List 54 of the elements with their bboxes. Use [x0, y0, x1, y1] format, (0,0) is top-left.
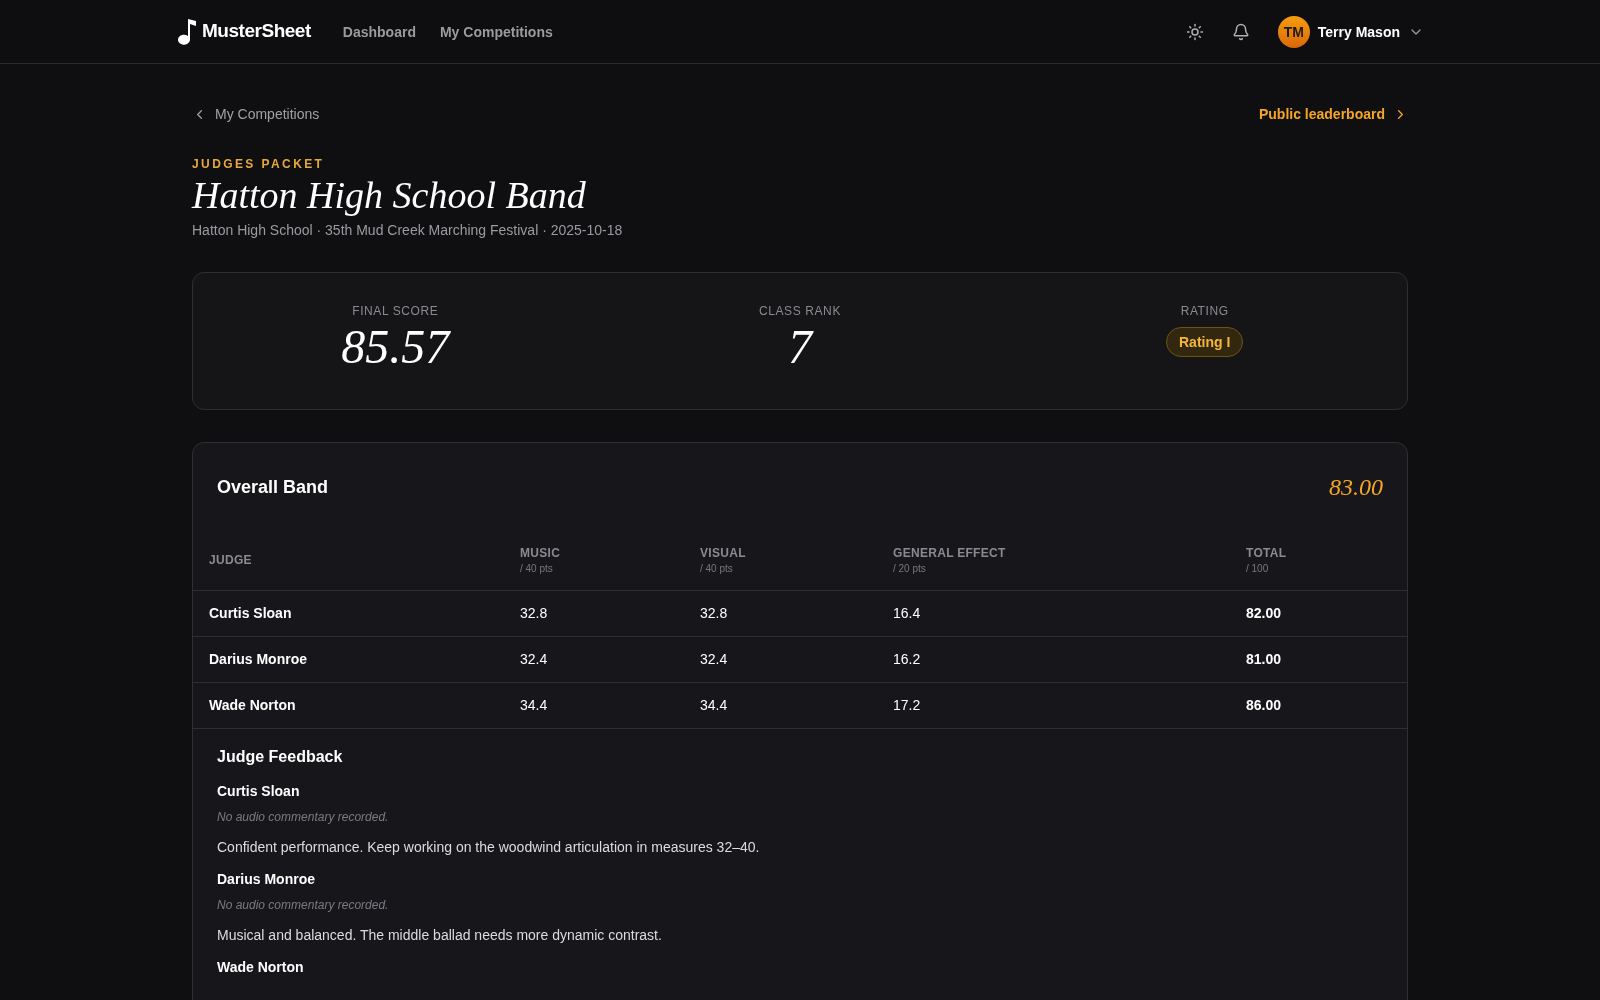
column-header: JUDGE [209, 552, 253, 568]
theme-toggle-icon[interactable] [1185, 22, 1204, 41]
music-note-icon [176, 16, 198, 47]
notification-icon[interactable] [1231, 22, 1250, 41]
judge-name: Darius Monroe [217, 869, 316, 889]
column-subheader: / 20 pts [893, 561, 927, 576]
avatar: TM [1277, 15, 1310, 48]
table-cell: 32.8 [700, 605, 728, 621]
column-header: MUSIC [520, 544, 562, 561]
summary-label: RATING [1180, 302, 1229, 319]
column-subheader: / 100 [1246, 561, 1270, 576]
table-cell: 17.2 [893, 697, 921, 713]
audio-note: No audio commentary recorded. [217, 808, 390, 825]
column-subheader: / 40 pts [700, 561, 734, 576]
subtitle: Hatton High School · 35th Mud Creek Marching Festival · 2025-10-18 [192, 220, 624, 240]
summary-label: FINAL SCORE [352, 302, 439, 319]
table-cell: 81.00 [1246, 651, 1282, 667]
judge-name: Wade Norton [217, 957, 305, 977]
section-title: Overall Band [217, 475, 329, 499]
table-cell: 82.00 [1246, 605, 1282, 621]
column-header: VISUAL [700, 544, 747, 561]
table-cell: Curtis Sloan [209, 605, 292, 621]
user-menu[interactable]: TM Terry Mason [1277, 15, 1424, 48]
summary-label: CLASS RANK [758, 302, 841, 319]
table-cell: 32.4 [700, 651, 728, 667]
column-header: GENERAL EFFECT [893, 544, 1007, 561]
table-cell: 16.2 [893, 651, 921, 667]
logo[interactable]: MusterSheet [202, 17, 311, 46]
eyebrow-label: JUDGES PACKET [192, 156, 326, 172]
feedback-title: Judge Feedback [217, 746, 344, 767]
summary-value: 85.57 [341, 322, 450, 371]
table-cell: 16.4 [893, 605, 921, 621]
feedback-comment: Confident performance. Keep working on the woodwind articulation in measures 32–40. [217, 837, 761, 857]
table-cell: 32.8 [520, 605, 548, 621]
page-title: Hatton High School Band [192, 173, 587, 218]
back-link[interactable]: My Competitions [192, 104, 320, 124]
table-cell: Darius Monroe [209, 651, 307, 667]
table-cell: 34.4 [520, 697, 548, 713]
table-cell: 34.4 [700, 697, 728, 713]
leaderboard-link[interactable]: Public leaderboard [1258, 104, 1408, 124]
table-cell: Wade Norton [209, 697, 296, 713]
table-cell: 86.00 [1246, 697, 1282, 713]
audio-note: No audio commentary recorded. [217, 896, 390, 913]
user-name: Terry Mason [1317, 22, 1400, 42]
table-cell: 32.4 [520, 651, 548, 667]
judge-name: Curtis Sloan [217, 781, 301, 801]
nav-link[interactable]: My Competitions [439, 21, 553, 42]
summary-value: 7 [788, 322, 812, 371]
column-subheader: / 40 pts [520, 561, 554, 576]
column-header: TOTAL [1246, 544, 1288, 561]
section-score: 83.00 [1329, 472, 1383, 502]
feedback-comment: Musical and balanced. The middle ballad needs more dynamic contrast. [217, 925, 663, 945]
nav-link[interactable]: Dashboard [342, 21, 416, 42]
rating-badge: Rating I [1166, 326, 1244, 357]
